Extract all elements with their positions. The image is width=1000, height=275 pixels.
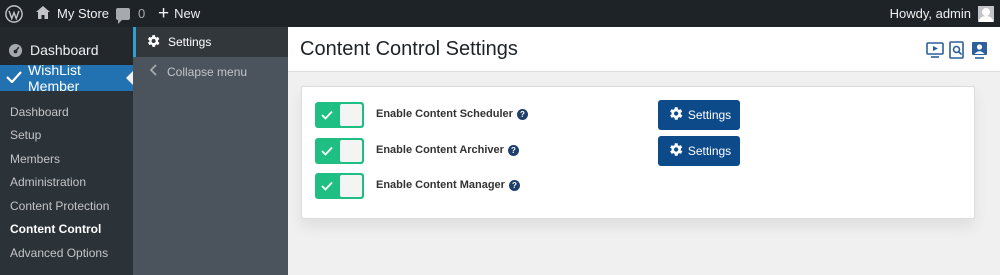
comments-count: 0 bbox=[138, 6, 146, 21]
menu-label-dashboard: Dashboard bbox=[30, 42, 99, 58]
submenu-item-setup[interactable]: Setup bbox=[10, 128, 41, 142]
archiver-settings-button[interactable]: Settings bbox=[658, 136, 740, 166]
setting-label-text: Enable Content Archiver bbox=[376, 144, 504, 156]
submenu-item-content-control[interactable]: Content Control bbox=[10, 222, 101, 236]
header-actions bbox=[926, 41, 988, 59]
setting-label-scheduler: Enable Content Scheduler ? bbox=[376, 108, 528, 120]
setting-row-manager: Enable Content Manager ? bbox=[302, 173, 976, 199]
page-title: Content Control Settings bbox=[300, 38, 518, 60]
setting-label-text: Enable Content Scheduler bbox=[376, 108, 513, 120]
wordpress-logo-icon[interactable] bbox=[5, 0, 25, 27]
menu-item-wishlist-member[interactable]: WishList Member bbox=[0, 62, 133, 94]
button-label: Settings bbox=[687, 144, 732, 158]
comments-link[interactable]: 0 bbox=[116, 0, 145, 27]
site-home-link[interactable]: My Store bbox=[36, 0, 109, 27]
toggle-content-archiver[interactable] bbox=[315, 138, 364, 164]
setting-label-manager: Enable Content Manager ? bbox=[376, 179, 520, 191]
setting-label-archiver: Enable Content Archiver ? bbox=[376, 144, 519, 156]
admin-menu: Dashboard WishList Member Dashboard Setu… bbox=[0, 27, 133, 275]
submenu-item-advanced-options[interactable]: Advanced Options bbox=[10, 246, 108, 260]
plus-icon: + bbox=[158, 3, 170, 24]
panel-settings-label: Settings bbox=[168, 35, 212, 49]
user-profile-icon[interactable] bbox=[970, 41, 988, 59]
toggle-knob bbox=[340, 140, 362, 162]
wishlist-submenu: Dashboard Setup Members Administration C… bbox=[0, 91, 133, 275]
submenu-item-content-protection[interactable]: Content Protection bbox=[10, 199, 109, 213]
search-doc-icon[interactable] bbox=[948, 41, 966, 59]
gear-icon bbox=[145, 33, 161, 52]
page-header: Content Control Settings bbox=[288, 27, 1000, 72]
setting-label-text: Enable Content Manager bbox=[376, 179, 505, 191]
home-icon bbox=[36, 5, 50, 22]
video-icon[interactable] bbox=[926, 41, 944, 59]
comment-icon bbox=[116, 7, 130, 24]
check-icon bbox=[321, 143, 333, 161]
check-icon bbox=[321, 107, 333, 125]
button-label: Settings bbox=[687, 108, 732, 122]
chevron-left-icon bbox=[149, 64, 157, 79]
submenu-item-administration[interactable]: Administration bbox=[10, 175, 86, 189]
secondary-panel: Settings Collapse menu bbox=[133, 27, 288, 275]
panel-settings-item[interactable]: Settings bbox=[133, 27, 288, 57]
wishlist-check-icon bbox=[6, 70, 22, 86]
toggle-content-manager[interactable] bbox=[315, 173, 364, 199]
help-icon[interactable]: ? bbox=[508, 179, 520, 191]
collapse-menu-label: Collapse menu bbox=[167, 64, 248, 79]
help-icon[interactable]: ? bbox=[516, 108, 528, 120]
setting-row-scheduler: Enable Content Scheduler ? Settings bbox=[302, 100, 976, 130]
settings-card: Enable Content Scheduler ? Settings Enab… bbox=[301, 86, 975, 219]
toggle-content-scheduler[interactable] bbox=[315, 102, 364, 128]
toggle-knob bbox=[340, 104, 362, 126]
check-icon bbox=[321, 178, 333, 196]
collapse-menu-button[interactable]: Collapse menu bbox=[149, 64, 247, 79]
setting-row-archiver: Enable Content Archiver ? Settings bbox=[302, 136, 976, 166]
active-pointer bbox=[126, 71, 133, 85]
scheduler-settings-button[interactable]: Settings bbox=[658, 100, 740, 130]
gear-icon bbox=[667, 105, 684, 125]
new-label: New bbox=[174, 6, 201, 21]
site-name: My Store bbox=[57, 6, 110, 21]
new-content-link[interactable]: + New bbox=[158, 0, 200, 27]
account-menu[interactable]: Howdy, admin bbox=[890, 0, 994, 27]
toggle-knob bbox=[340, 175, 362, 197]
user-avatar-icon bbox=[978, 5, 994, 22]
main-content: Content Control Settings Enable Content … bbox=[288, 27, 1000, 275]
dashboard-gauge-icon bbox=[8, 43, 23, 58]
menu-item-dashboard[interactable]: Dashboard bbox=[0, 39, 133, 61]
howdy-text: Howdy, admin bbox=[889, 6, 971, 21]
submenu-item-members[interactable]: Members bbox=[10, 152, 60, 166]
help-icon[interactable]: ? bbox=[507, 144, 519, 156]
admin-bar: My Store 0 + New Howdy, admin bbox=[0, 0, 1000, 27]
gear-icon bbox=[667, 141, 684, 161]
menu-label-wishlist: WishList Member bbox=[28, 62, 81, 94]
submenu-item-dashboard[interactable]: Dashboard bbox=[10, 105, 69, 119]
